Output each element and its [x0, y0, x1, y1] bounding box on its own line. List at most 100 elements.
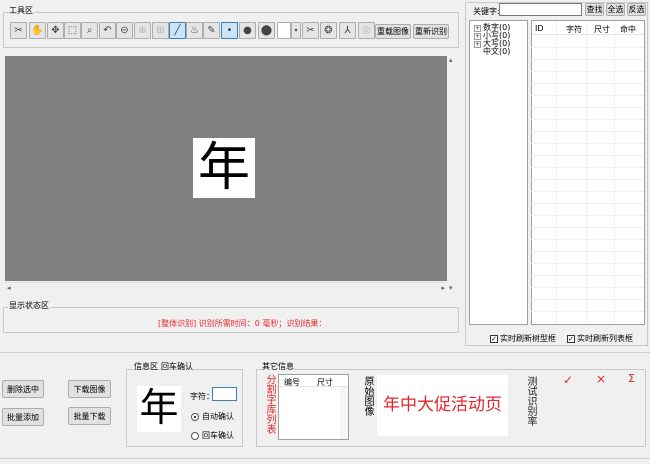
char-list-table[interactable]: [531, 20, 645, 325]
check-icon[interactable]: ✓: [563, 373, 573, 387]
keyword-label: 关键字:: [473, 7, 500, 16]
canvas-glyph-image: 年: [193, 138, 255, 198]
column-divider: [556, 21, 557, 324]
enter-confirm-radio-label: 回车确认: [202, 431, 234, 440]
tree-view[interactable]: [469, 20, 528, 325]
column-header-char[interactable]: 字符: [566, 24, 582, 35]
scissors-icon[interactable]: ✂: [10, 22, 27, 39]
table-row-line: [531, 167, 644, 168]
select-rect-icon[interactable]: ⬚: [64, 22, 81, 39]
zoom-out-icon[interactable]: ⊖: [116, 22, 133, 39]
table-row-line: [531, 47, 644, 48]
table-row-line: [531, 239, 644, 240]
color-dropdown[interactable]: ▾: [291, 22, 301, 39]
invert-selection-button[interactable]: 反选: [627, 3, 646, 16]
table-row-line: [531, 191, 644, 192]
dot-medium-icon[interactable]: ●: [239, 22, 256, 39]
other-info-section-label: 其它信息: [262, 361, 294, 372]
enter-confirm-radio[interactable]: [191, 431, 199, 440]
scroll-left-icon[interactable]: ◂: [7, 284, 11, 292]
reload-image-button[interactable]: 重载图像: [375, 24, 411, 39]
enter-confirm-option[interactable]: 回车确认: [191, 430, 234, 441]
refresh-tree-checkbox[interactable]: ✓: [490, 334, 498, 343]
table-row-line: [531, 119, 644, 120]
table-row-line: [531, 179, 644, 180]
status-section-label: 显示状态区: [8, 300, 50, 311]
test-rate-label: 测试识别率: [525, 376, 536, 426]
table-row-line: [531, 275, 644, 276]
refresh-list-checkbox[interactable]: ✓: [567, 334, 575, 343]
pan-icon[interactable]: ✥: [47, 22, 64, 39]
bottom-divider: [0, 352, 650, 353]
zoom-in-icon[interactable]: ⊕: [134, 22, 151, 39]
rotate-icon[interactable]: ⅄: [339, 22, 356, 39]
hand-icon[interactable]: ✋: [29, 22, 46, 39]
column-header-id[interactable]: ID: [535, 24, 544, 33]
info-section-label: 信息区: [134, 362, 158, 371]
refresh-tree-option[interactable]: ✓ 实时刷新树型框: [490, 333, 556, 344]
auto-confirm-radio[interactable]: [191, 412, 199, 421]
keyword-input[interactable]: [499, 3, 582, 16]
refresh-list-label: 实时刷新列表框: [577, 334, 633, 343]
scroll-up-icon[interactable]: ▴: [449, 56, 453, 64]
fill-icon[interactable]: ♨: [186, 22, 203, 39]
batch-add-button[interactable]: 批量添加: [2, 408, 44, 426]
batch-download-button[interactable]: 批量下载: [68, 407, 111, 425]
info-enter-confirm-label: 回车确认: [161, 362, 193, 371]
fit-icon[interactable]: ⊞: [152, 22, 169, 39]
column-header-hits[interactable]: 命中: [620, 24, 636, 35]
split-list-label: 分割字库列表: [264, 374, 275, 434]
refresh-list-option[interactable]: ✓ 实时刷新列表框: [567, 333, 633, 344]
info-glyph-preview: 年: [137, 386, 181, 432]
split-scroll-area: [340, 387, 348, 439]
cross-icon[interactable]: ×: [596, 372, 606, 386]
status-bar: [0, 458, 650, 464]
split-column-id[interactable]: 编号: [284, 377, 300, 388]
dot-large-icon[interactable]: ⬤: [258, 22, 275, 39]
table-row-line: [531, 59, 644, 60]
find-button[interactable]: 查找: [585, 3, 604, 16]
original-image-preview: 年中大促活动页: [377, 375, 508, 436]
canvas-vertical-scrollbar[interactable]: ▴ ▾: [447, 56, 457, 292]
scroll-down-icon[interactable]: ▾: [449, 284, 453, 292]
undo-icon[interactable]: ↶: [99, 22, 116, 39]
select-all-button[interactable]: 全选: [606, 3, 625, 16]
table-row-line: [531, 215, 644, 216]
column-header-size[interactable]: 尺寸: [594, 24, 610, 35]
tree-item[interactable]: 中文(0): [474, 46, 510, 57]
download-image-button[interactable]: 下载图像: [68, 380, 111, 398]
scroll-right-icon[interactable]: ▸: [441, 284, 445, 292]
original-image-label: 原始图像: [362, 376, 373, 416]
color-swatch[interactable]: [277, 22, 291, 39]
table-row-line: [531, 155, 644, 156]
delete-selected-button[interactable]: 删除选中: [2, 380, 44, 398]
toolbar-section-label: 工具区: [8, 5, 34, 16]
column-divider: [614, 21, 615, 324]
auto-confirm-label: 自动确认: [202, 412, 234, 421]
table-row-line: [531, 299, 644, 300]
canvas-horizontal-scrollbar[interactable]: ◂ ▸: [5, 282, 447, 293]
reset-icon[interactable]: ◎: [358, 22, 375, 39]
table-row-line: [531, 287, 644, 288]
table-row-line: [531, 311, 644, 312]
table-row-line: [531, 251, 644, 252]
split-column-size[interactable]: 尺寸: [317, 377, 333, 388]
sigma-icon[interactable]: Σ: [628, 372, 635, 385]
dot-small-icon[interactable]: •: [221, 22, 238, 39]
table-row-line: [531, 263, 644, 264]
char-input[interactable]: [212, 387, 237, 401]
table-row-line: [531, 71, 644, 72]
table-row-line: [531, 143, 644, 144]
pen-icon[interactable]: ╱: [169, 22, 186, 39]
table-row-line: [531, 83, 644, 84]
zoom-icon[interactable]: ⌕: [81, 22, 98, 39]
tree-item-label: 中文(0): [483, 47, 511, 56]
auto-confirm-option[interactable]: 自动确认: [191, 411, 234, 422]
eyedropper-icon[interactable]: ✎: [203, 22, 220, 39]
re-recognize-button[interactable]: 重新识别: [413, 24, 449, 39]
expand-icon[interactable]: [474, 47, 481, 54]
table-row-line: [531, 95, 644, 96]
target-icon[interactable]: ❂: [320, 22, 337, 39]
cut-icon[interactable]: ✂: [302, 22, 319, 39]
table-row-line: [531, 203, 644, 204]
